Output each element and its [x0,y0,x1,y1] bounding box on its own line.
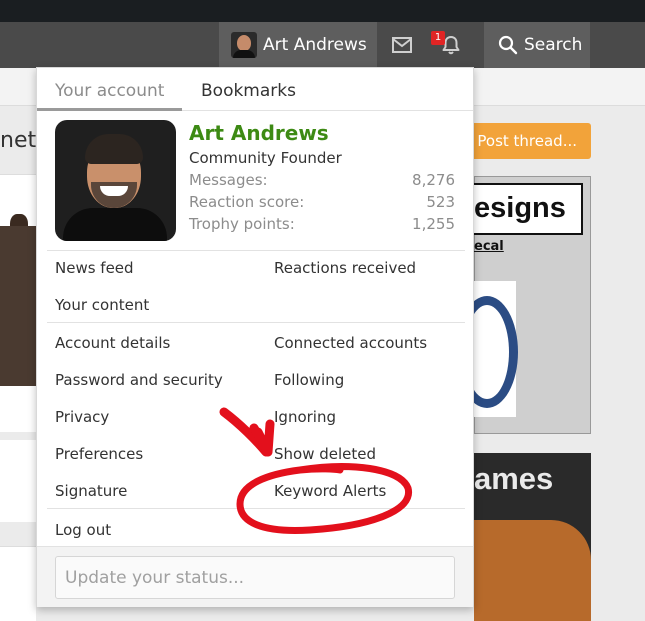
nav-avatar [231,32,257,58]
menu-tabs: Your account Bookmarks [37,68,473,111]
divider [47,322,465,323]
conversations-button[interactable] [378,22,426,68]
ad-games-text: ames [474,461,554,496]
top-strip [0,0,645,22]
ad-games-art [474,520,591,621]
stat-value: 8,276 [412,171,455,189]
account-menu-button[interactable]: Art Andrews [219,22,377,68]
status-update-area [37,546,473,607]
link-reactions-received[interactable]: Reactions received [274,259,416,277]
ad-title-text: esigns [474,192,566,224]
profile-username[interactable]: Art Andrews [189,121,329,145]
left-image [0,226,36,386]
post-thread-button[interactable]: Post thread... [474,123,591,159]
stat-label: Reaction score: [189,193,305,211]
link-log-out[interactable]: Log out [55,521,111,539]
tab-bookmarks[interactable]: Bookmarks [201,68,296,111]
tab-your-account[interactable]: Your account [37,68,182,111]
left-card [0,440,36,522]
stat-value: 523 [426,193,455,211]
envelope-icon [392,37,412,53]
link-show-deleted[interactable]: Show deleted [274,445,376,463]
stat-messages: Messages: 8,276 [189,171,455,189]
link-keyword-alerts[interactable]: Keyword Alerts [274,482,386,500]
divider [47,508,465,509]
link-news-feed[interactable]: News feed [55,259,134,277]
magnifier-icon [498,35,518,55]
ad-subtitle-text: ecal [474,239,504,254]
divider [47,250,465,251]
left-title-fragment: net [0,128,37,153]
alerts-count-badge: 1 [431,31,445,45]
status-input[interactable] [55,556,455,599]
link-connected-accounts[interactable]: Connected accounts [274,334,427,352]
profile-user-title: Community Founder [189,149,342,167]
search-label: Search [524,35,583,55]
stat-reaction-score: Reaction score: 523 [189,193,455,211]
link-account-details[interactable]: Account details [55,334,170,352]
link-preferences[interactable]: Preferences [55,445,143,463]
link-ignoring[interactable]: Ignoring [274,408,336,426]
stat-trophy-points: Trophy points: 1,255 [189,215,455,233]
link-your-content[interactable]: Your content [55,296,149,314]
link-privacy[interactable]: Privacy [55,408,109,426]
profile-avatar[interactable] [55,120,176,241]
account-dropdown-menu: Your account Bookmarks Art Andrews Commu… [36,67,474,607]
nav-username: Art Andrews [263,35,367,55]
link-following[interactable]: Following [274,371,344,389]
left-card-lower [0,546,36,621]
link-signature[interactable]: Signature [55,482,127,500]
search-button[interactable]: Search [484,22,590,68]
link-password-security[interactable]: Password and security [55,371,223,389]
profile-summary: Art Andrews Community Founder Messages: … [37,111,473,250]
stat-value: 1,255 [412,215,455,233]
stat-label: Messages: [189,171,268,189]
alerts-button[interactable] [427,22,475,68]
stat-label: Trophy points: [189,215,295,233]
